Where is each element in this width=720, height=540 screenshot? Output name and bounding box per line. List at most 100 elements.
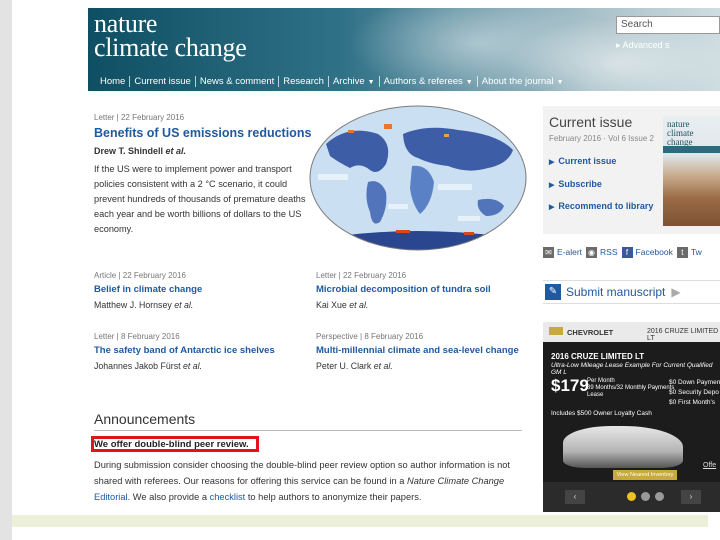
ad-carousel: ‹ › [543, 482, 720, 512]
submit-manuscript-label: Submit manuscript [566, 285, 666, 299]
advanced-search-link[interactable]: ▸ Advanced s [616, 40, 720, 51]
article-card: Perspective | 8 February 2016 Multi-mill… [316, 332, 526, 371]
nav-current-issue[interactable]: Current issue [130, 76, 195, 87]
mail-icon: ✉ [543, 246, 554, 258]
carousel-dot[interactable] [627, 492, 636, 501]
announcement-text: to help authors to anonymize their paper… [245, 492, 422, 502]
ad-model-overlay: 2016 CRUZE LIMITED LT [551, 352, 645, 361]
ad-bonus: Includes $500 Owner Loyalty Cash [551, 410, 652, 417]
share-facebook[interactable]: f Facebook [621, 246, 673, 258]
featured-article-title[interactable]: Benefits of US emissions reductions [94, 126, 311, 140]
triangle-right-icon: ▶ [549, 159, 555, 166]
announcement-body: During submission consider choosing the … [94, 457, 524, 505]
article-summary: If the US were to implement power and tr… [94, 164, 306, 234]
triangle-right-icon: ▶ [549, 204, 555, 211]
carousel-next-button[interactable]: › [681, 490, 701, 504]
journal-logo[interactable]: nature climate change [94, 11, 247, 62]
article-meta: Letter | 22 February 2016 [316, 271, 407, 280]
main-nav: Home Current issue News & comment Resear… [88, 72, 568, 90]
article-meta: Article | 22 February 2016 [94, 271, 186, 280]
ad-lease-text: Ultra-Low Mileage Lease Example For Curr… [551, 362, 713, 376]
main-content: Letter | 22 February 2016 Benefits of US… [88, 96, 532, 514]
share-row: ✉ E-alert ◉ RSS f Facebook t Tw [543, 242, 720, 262]
nav-authors-label: Authors & referees [383, 75, 463, 87]
share-label: E-alert [557, 247, 583, 257]
nav-about-journal[interactable]: About the journal ▼ [478, 76, 568, 87]
carousel-dot[interactable] [655, 492, 664, 501]
article-authors: Peter U. Clark et al. [316, 361, 393, 371]
site-header: nature climate change Search ▸ Advanced … [88, 8, 720, 91]
nav-news-comment[interactable]: News & comment [196, 76, 278, 87]
current-issue-box: Current issue February 2016 · Vol 6 Issu… [543, 106, 720, 234]
left-gutter [0, 0, 88, 540]
sidebar-link-label: Recommend to library [558, 201, 654, 211]
journal-name: Nature Climate Change [407, 476, 505, 486]
article-authors: Matthew J. Hornsey et al. [94, 300, 194, 310]
nav-archive[interactable]: Archive ▼ [329, 76, 379, 87]
search-input[interactable]: Search [616, 16, 720, 34]
bottom-bar [12, 515, 708, 527]
sidebar-link-label: Subscribe [558, 179, 602, 189]
et-al-text: et al. [165, 146, 187, 156]
article-authors: Drew T. Shindell et al. [94, 146, 187, 156]
share-rss[interactable]: ◉ RSS [586, 246, 618, 258]
divider [94, 430, 522, 431]
announcement-headline: We offer double-blind peer review. [94, 439, 249, 450]
ad-price: $179 [551, 376, 589, 395]
ad-header: CHEVROLET 2016 CRUZE LIMITED LT [543, 322, 720, 342]
article-card: Letter | 8 February 2016 The safety band… [94, 332, 304, 371]
article-title[interactable]: Multi-millennial climate and sea-level c… [316, 345, 526, 356]
caret-down-icon: ▼ [367, 78, 375, 86]
checklist-link[interactable]: checklist [210, 492, 246, 502]
sidebar-link-recommend[interactable]: ▶ Recommend to library [549, 201, 653, 211]
share-label: Facebook [635, 247, 673, 257]
share-twitter[interactable]: t Tw [676, 246, 702, 258]
twitter-icon: t [676, 246, 688, 258]
carousel-prev-button[interactable]: ‹ [565, 490, 585, 504]
ad-terms: Per Month 39 Months/32 Monthly Payments … [587, 378, 675, 398]
article-authors: Kai Xue et al. [316, 300, 369, 310]
article-authors: Johannes Jakob Fürst et al. [94, 361, 203, 371]
nav-home[interactable]: Home [96, 76, 129, 87]
edit-icon: ✎ [545, 284, 561, 300]
ad-offer-link[interactable]: Offe [703, 462, 716, 469]
cover-title-line-2: climate change [667, 128, 694, 147]
announcement-text: . We also provide a [127, 492, 210, 502]
editorial-link[interactable]: Editorial [94, 492, 128, 502]
article-meta: Perspective | 8 February 2016 [316, 332, 424, 341]
caret-down-icon: ▼ [465, 78, 473, 86]
chevrolet-bowtie-icon [549, 327, 563, 335]
world-map-image[interactable] [308, 104, 528, 252]
submit-manuscript-button[interactable]: ✎ Submit manuscript ▶ [543, 280, 720, 304]
article-meta: Letter | 8 February 2016 [94, 332, 180, 341]
cover-title: nature climate change [667, 120, 720, 147]
et-al-text: et al. [174, 300, 194, 310]
ad-down-payment: $0 Down Paymen $0 Security Depo $0 First… [669, 379, 720, 406]
carousel-dot[interactable] [641, 492, 650, 501]
share-ealert[interactable]: ✉ E-alert [543, 246, 583, 258]
facebook-icon: f [621, 246, 633, 258]
sidebar-link-current-issue[interactable]: ▶ Current issue [549, 156, 616, 166]
share-label: Tw [690, 247, 702, 257]
article-title[interactable]: Belief in climate change [94, 284, 304, 295]
et-al-text: et al. [373, 361, 393, 371]
nav-research[interactable]: Research [279, 76, 328, 87]
play-arrow-icon: ▶ [671, 285, 681, 299]
article-title[interactable]: The safety band of Antarctic ice shelves [94, 345, 304, 356]
featured-article: Letter | 22 February 2016 Benefits of US… [88, 96, 532, 256]
et-al-text: et al. [349, 300, 369, 310]
ad-cta-button[interactable]: View Nearest Inventory [613, 470, 677, 480]
current-issue-cover[interactable]: nature climate change [663, 116, 720, 226]
share-label: RSS [600, 247, 618, 257]
nav-authors-referees[interactable]: Authors & referees ▼ [380, 76, 477, 87]
sidebar-link-subscribe[interactable]: ▶ Subscribe [549, 179, 602, 189]
current-issue-date: February 2016 · Vol 6 Issue 2 [549, 134, 654, 143]
chevrolet-ad[interactable]: CHEVROLET 2016 CRUZE LIMITED LT 2016 CRU… [543, 322, 720, 512]
et-al-text: et al. [183, 361, 203, 371]
logo-line-2: climate change [94, 33, 247, 62]
rss-icon: ◉ [586, 246, 598, 258]
page: nature climate change Search ▸ Advanced … [0, 0, 720, 540]
gutter-stripe [0, 0, 12, 540]
announcements-heading: Announcements [94, 411, 196, 427]
article-title[interactable]: Microbial decomposition of tundra soil [316, 284, 526, 295]
